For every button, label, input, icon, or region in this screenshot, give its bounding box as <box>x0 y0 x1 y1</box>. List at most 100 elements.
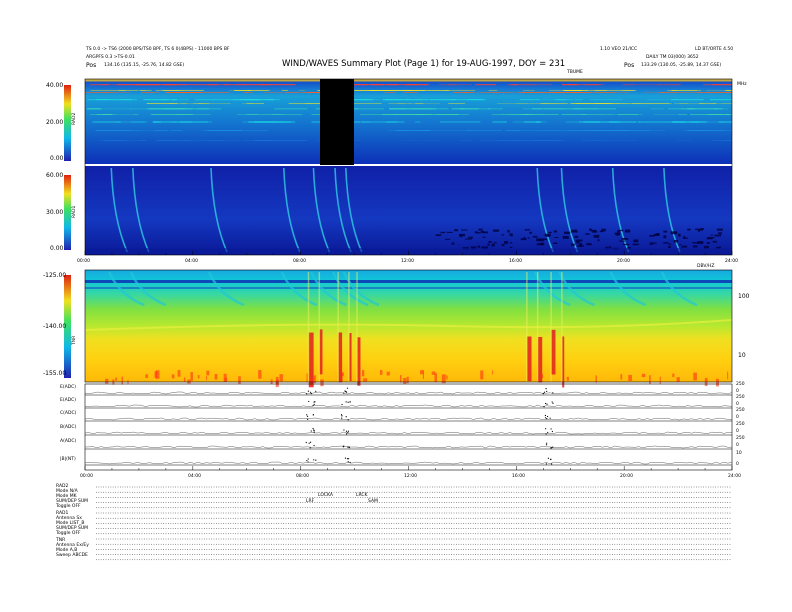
tnr-red-speck <box>154 371 158 378</box>
time-axis-1-tick-6: 24:00 <box>725 259 738 264</box>
tnr-yellow-column <box>348 272 350 382</box>
tnr-ytick-bot: -155.00 <box>43 370 67 377</box>
rad2-band-segment <box>519 99 540 101</box>
rad1-dark-speck <box>577 245 584 247</box>
tnr-red-column <box>551 329 556 375</box>
tnr-red-speck <box>434 373 438 383</box>
rad2-band-segment <box>650 108 665 110</box>
rad1-dark-speck <box>682 237 688 239</box>
tds-trace <box>84 417 733 421</box>
rad2-band-segment <box>96 114 113 115</box>
tnr-red-speck <box>177 370 181 377</box>
rad1-dark-speck <box>482 236 486 238</box>
tds-spike <box>306 459 308 462</box>
rad2-band-segment <box>108 130 139 131</box>
time-axis-1-tick-3: 12:00 <box>401 259 414 264</box>
tnr-red-speck <box>379 370 383 375</box>
rad2-band-segment <box>104 140 127 141</box>
rad1-dark-speck <box>446 231 453 233</box>
tds-traces <box>84 387 733 466</box>
rad1-dark-speck <box>706 241 710 244</box>
rad1-dark-speck <box>670 231 678 235</box>
rad2-band-segment <box>155 130 169 131</box>
tnr-label: TNR <box>72 335 77 345</box>
tds-label-4: A(ADC) <box>60 439 77 444</box>
rad1-dark-speck <box>668 246 671 248</box>
rad2-band-segment <box>589 99 623 101</box>
tds-trace <box>84 404 733 408</box>
rad1-dark-speck <box>619 229 624 232</box>
tnr-red-speck <box>628 374 632 381</box>
rad1-dark-speck <box>578 243 583 245</box>
rad1-dark-speck <box>468 236 473 239</box>
rad1-dark-speck <box>649 242 654 245</box>
rad1-dark-speck <box>538 238 545 242</box>
status-annotation-3: SAM <box>368 499 378 504</box>
tds-spike <box>346 387 349 389</box>
rad1-dark-speck <box>706 237 713 240</box>
rad1-dark-speck <box>554 237 559 239</box>
rad1-dark-speck <box>459 233 466 237</box>
tds-right-2-hi: 250 <box>736 408 745 413</box>
rad2-band-segment <box>583 114 614 115</box>
rad2-band-segment <box>589 140 597 141</box>
tnr-red-speck <box>105 378 109 384</box>
rad1-dark-speck <box>649 234 655 237</box>
rad2-band-segment <box>118 90 139 91</box>
rad1-dark-speck <box>454 229 459 232</box>
tds-spike <box>549 417 551 419</box>
rad2-band-segment <box>178 99 189 101</box>
tds-spike <box>546 403 548 405</box>
tnr-red-speck <box>595 375 597 383</box>
rad2-band-segment <box>728 92 732 93</box>
tnr-red-speck <box>190 372 193 381</box>
rad2-band-segment <box>460 140 472 141</box>
tnr-yellow-column <box>337 272 339 382</box>
rad1-dark-speck <box>601 228 606 232</box>
rad1-dark-speck <box>522 237 527 239</box>
rad1-dark-speck <box>668 243 671 246</box>
tds-spike <box>310 393 312 395</box>
rad2-band-segment <box>229 90 251 91</box>
rad2-band-segment <box>170 130 183 131</box>
rad2-band-segment <box>149 108 186 110</box>
rad2-band-segment <box>382 114 425 115</box>
rad1-dark-speck <box>663 235 667 239</box>
rad2-band-segment <box>709 99 732 101</box>
tds-right-4-lo: 0 <box>736 443 739 448</box>
tnr-yellow-column <box>356 272 358 382</box>
tds-spike <box>313 431 315 433</box>
rad2-band-segment <box>247 90 269 91</box>
rad2-band-segment <box>181 140 194 141</box>
rad1-dark-speck <box>532 235 538 238</box>
rad1-dark-speck <box>585 233 590 235</box>
rad2-band-segment <box>406 99 430 101</box>
rad1-dark-speck <box>574 235 579 238</box>
rad2-band-segment <box>522 90 535 91</box>
tds-spike <box>313 403 315 405</box>
tnr-red-speck <box>224 377 228 382</box>
tds-spike <box>345 433 348 435</box>
tnr-red-speck <box>566 376 569 381</box>
time-axis-2-tick-0: 00:00 <box>80 474 93 479</box>
tds-right-3-hi: 250 <box>736 422 745 427</box>
tnr-red-speck <box>361 370 365 377</box>
tds-spike <box>313 429 315 431</box>
tnr-red-speck <box>238 376 241 384</box>
rad1-dark-speck <box>504 241 508 244</box>
tds-spike <box>341 417 343 419</box>
tds-spike <box>312 404 314 407</box>
tnr-red-speck <box>340 372 343 382</box>
tnr-red-speck <box>540 374 544 379</box>
rad2-band-segment <box>298 90 305 91</box>
rad2-band-segment <box>129 108 152 110</box>
tnr-red-speck <box>279 374 283 382</box>
rad2-band-segment <box>403 92 418 93</box>
rad1-dark-speck <box>597 239 600 242</box>
tds-spike <box>309 447 311 449</box>
rad2-band-segment <box>541 103 586 104</box>
rad1-dark-speck <box>509 233 513 237</box>
tds-trace <box>84 391 733 395</box>
rad2-band-segment <box>712 140 732 141</box>
tds-spike <box>545 433 547 435</box>
